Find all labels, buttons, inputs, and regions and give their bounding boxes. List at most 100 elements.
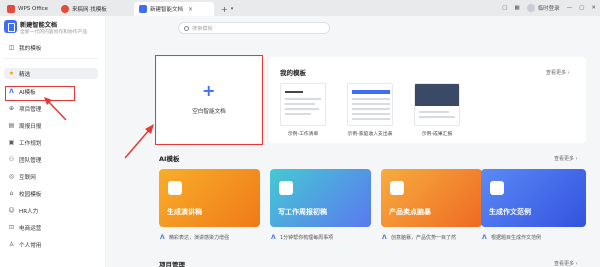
section-title: 项目管理 bbox=[159, 261, 185, 267]
plan-icon: ▣ bbox=[8, 139, 15, 146]
layout-icon[interactable]: ▢ bbox=[502, 5, 507, 11]
sidebar-item-work-plan[interactable]: ▣ 工作规划 bbox=[4, 137, 98, 148]
template-thumbnail-family-budget[interactable] bbox=[347, 83, 393, 126]
sidebar-item-label: 项目管理 bbox=[19, 106, 42, 113]
ai-card-desc-text: 精彩表达，演讲感染力增强 bbox=[169, 235, 230, 241]
chevron-down-icon: ▾ bbox=[230, 6, 234, 12]
template-label: 示例-家庭收入支出表 bbox=[347, 132, 393, 137]
ai-card-desc-text: 1分钟帮你梳理每周事项 bbox=[280, 235, 334, 241]
star-icon: ★ bbox=[8, 70, 15, 77]
ai-logo-icon: Λ bbox=[482, 233, 487, 241]
sidebar-item-label: 精选 bbox=[19, 71, 31, 78]
grid-icon[interactable]: ▦ bbox=[514, 5, 519, 11]
view-more-link[interactable]: 查看更多 › bbox=[554, 155, 578, 162]
smart-doc-logo-icon bbox=[4, 20, 17, 33]
arrow-head bbox=[145, 124, 154, 134]
sidebar-item-my-templates[interactable]: ◫ 我的模板 bbox=[4, 42, 98, 53]
template-label: 示例-成果汇报 bbox=[421, 132, 453, 137]
shop-icon bbox=[390, 181, 404, 195]
campus-icon: ⌂ bbox=[9, 190, 14, 197]
report-icon: ▤ bbox=[8, 122, 15, 129]
login-button[interactable]: 临时登录 bbox=[526, 4, 560, 12]
edit-doc-icon bbox=[279, 181, 293, 195]
ai-logo-icon: Λ bbox=[160, 233, 165, 241]
minimize-icon[interactable]: — bbox=[567, 5, 573, 11]
ai-logo-icon: Λ bbox=[382, 233, 387, 241]
window-toolbar: ▢ ▦ 临时登录 — ▢ ✕ bbox=[502, 0, 600, 16]
my-templates-panel: 我的模板 查看更多 › 示例-工作清单 示例-家庭收入支出表 示例-成果汇报 bbox=[269, 57, 586, 143]
template-icon: ◫ bbox=[8, 44, 15, 51]
ai-card-title: 写工作周报初稿 bbox=[278, 208, 327, 216]
ai-card-desc-text: 创意脑暴，产品优势一目了然 bbox=[391, 235, 457, 241]
daoke-logo-icon bbox=[61, 5, 69, 13]
sidebar-item-label: 团队管理 bbox=[19, 157, 42, 164]
sidebar-item-label: 个人常用 bbox=[19, 242, 42, 249]
project-icon: ⊕ bbox=[8, 105, 15, 112]
tab-template-site[interactable]: 来稿网 找模板 bbox=[56, 2, 112, 16]
search-placeholder: 搜索模板 bbox=[192, 25, 213, 32]
ai-card-essay[interactable]: 生成作文范例 bbox=[481, 169, 586, 227]
tab-label: 来稿网 找模板 bbox=[72, 7, 107, 13]
sidebar-item-label: 我的模板 bbox=[19, 45, 42, 52]
ai-card-title: 产品卖点脑暴 bbox=[389, 208, 431, 216]
ai-card-product-brainstorm[interactable]: 产品卖点脑暴 bbox=[381, 169, 482, 227]
sidebar-item-label: 电商运营 bbox=[19, 225, 42, 232]
sidebar-item-weekly-daily-report[interactable]: ▤ 周报日报 bbox=[4, 120, 98, 131]
wps-logo-icon bbox=[7, 5, 15, 13]
sidebar-item-label: 周报日报 bbox=[19, 123, 42, 130]
ai-card-speech[interactable]: 生成演讲稿 bbox=[159, 169, 260, 227]
sidebar-item-featured[interactable]: ★ 精选 bbox=[4, 68, 98, 79]
smart-doc-icon bbox=[139, 5, 147, 13]
personal-icon: ♙ bbox=[8, 241, 15, 248]
section-title: AI模板 bbox=[159, 155, 180, 163]
book-icon bbox=[490, 181, 504, 195]
sidebar-item-label: 工作规划 bbox=[19, 140, 42, 147]
tab-label: WPS Office bbox=[18, 6, 49, 12]
sidebar-item-label: HR人力 bbox=[19, 208, 39, 215]
search-icon bbox=[184, 25, 189, 31]
sidebar-item-project-management[interactable]: ⊕ 项目管理 bbox=[4, 103, 98, 114]
highlight-box-ai-templates bbox=[5, 86, 75, 101]
microphone-icon bbox=[168, 181, 182, 195]
arrow-to-blank-card bbox=[124, 128, 151, 159]
login-label: 临时登录 bbox=[537, 6, 560, 12]
new-tab-button[interactable]: + ▾ bbox=[216, 2, 238, 16]
maximize-icon[interactable]: ▢ bbox=[579, 5, 584, 11]
ai-card-weekly-report[interactable]: 写工作周报初稿 bbox=[270, 169, 371, 227]
sidebar-item-personal[interactable]: ♙ 个人常用 bbox=[4, 239, 98, 250]
view-more-link[interactable]: 查看更多 › bbox=[546, 69, 570, 76]
sidebar-item-label: 校园模板 bbox=[19, 191, 42, 198]
search-input[interactable]: 搜索模板 bbox=[178, 22, 330, 34]
sidebar-item-label: 互联网 bbox=[19, 174, 36, 181]
brand-subtitle: 全新一代的内容创作和协作产品 bbox=[20, 30, 88, 35]
plus-icon: + bbox=[221, 4, 228, 14]
ai-card-title: 生成演讲稿 bbox=[167, 208, 202, 216]
view-more-link[interactable]: 查看更多 › bbox=[554, 260, 578, 267]
window-close-icon[interactable]: ✕ bbox=[591, 5, 596, 11]
ecommerce-icon: ⊡ bbox=[8, 224, 15, 231]
ai-card-desc: Λ 创意脑暴，产品优势一目了然 bbox=[382, 234, 456, 241]
sidebar-item-internet[interactable]: ◎ 互联网 bbox=[4, 171, 98, 182]
template-thumbnail-work-list[interactable] bbox=[280, 83, 326, 126]
tab-wps-office[interactable]: WPS Office bbox=[2, 2, 53, 16]
ai-logo-icon: Λ bbox=[271, 233, 276, 241]
highlight-box-blank-card bbox=[155, 55, 263, 145]
template-label: 示例-工作清单 bbox=[287, 132, 319, 137]
team-icon: ⚇ bbox=[8, 156, 15, 163]
ai-card-desc: Λ 1分钟帮你梳理每周事项 bbox=[271, 234, 333, 241]
ai-card-desc: Λ 根据题目生成作文范例 bbox=[482, 234, 541, 241]
ai-card-desc: Λ 精彩表达，演讲感染力增强 bbox=[160, 234, 229, 241]
sidebar-item-campus[interactable]: ⌂ 校园模板 bbox=[4, 188, 98, 199]
hr-icon: ☺ bbox=[8, 207, 15, 214]
tab-new-smart-doc[interactable]: 新建智能文档 ✕ bbox=[134, 2, 214, 16]
divider bbox=[4, 58, 98, 59]
sidebar-item-ecommerce[interactable]: ⊡ 电商运营 bbox=[4, 222, 98, 233]
close-icon[interactable]: ✕ bbox=[188, 6, 193, 13]
sidebar: 新建智能文档 全新一代的内容创作和协作产品 ◫ 我的模板 ★ 精选 Λ AI模板… bbox=[0, 16, 106, 267]
template-thumbnail-results-report[interactable] bbox=[414, 83, 460, 126]
sidebar-item-hr[interactable]: ☺ HR人力 bbox=[4, 205, 98, 216]
section-title: 我的模板 bbox=[280, 69, 306, 77]
tab-label: 新建智能文档 bbox=[150, 7, 184, 13]
sidebar-item-team-management[interactable]: ⚇ 团队管理 bbox=[4, 154, 98, 165]
internet-icon: ◎ bbox=[8, 173, 15, 180]
